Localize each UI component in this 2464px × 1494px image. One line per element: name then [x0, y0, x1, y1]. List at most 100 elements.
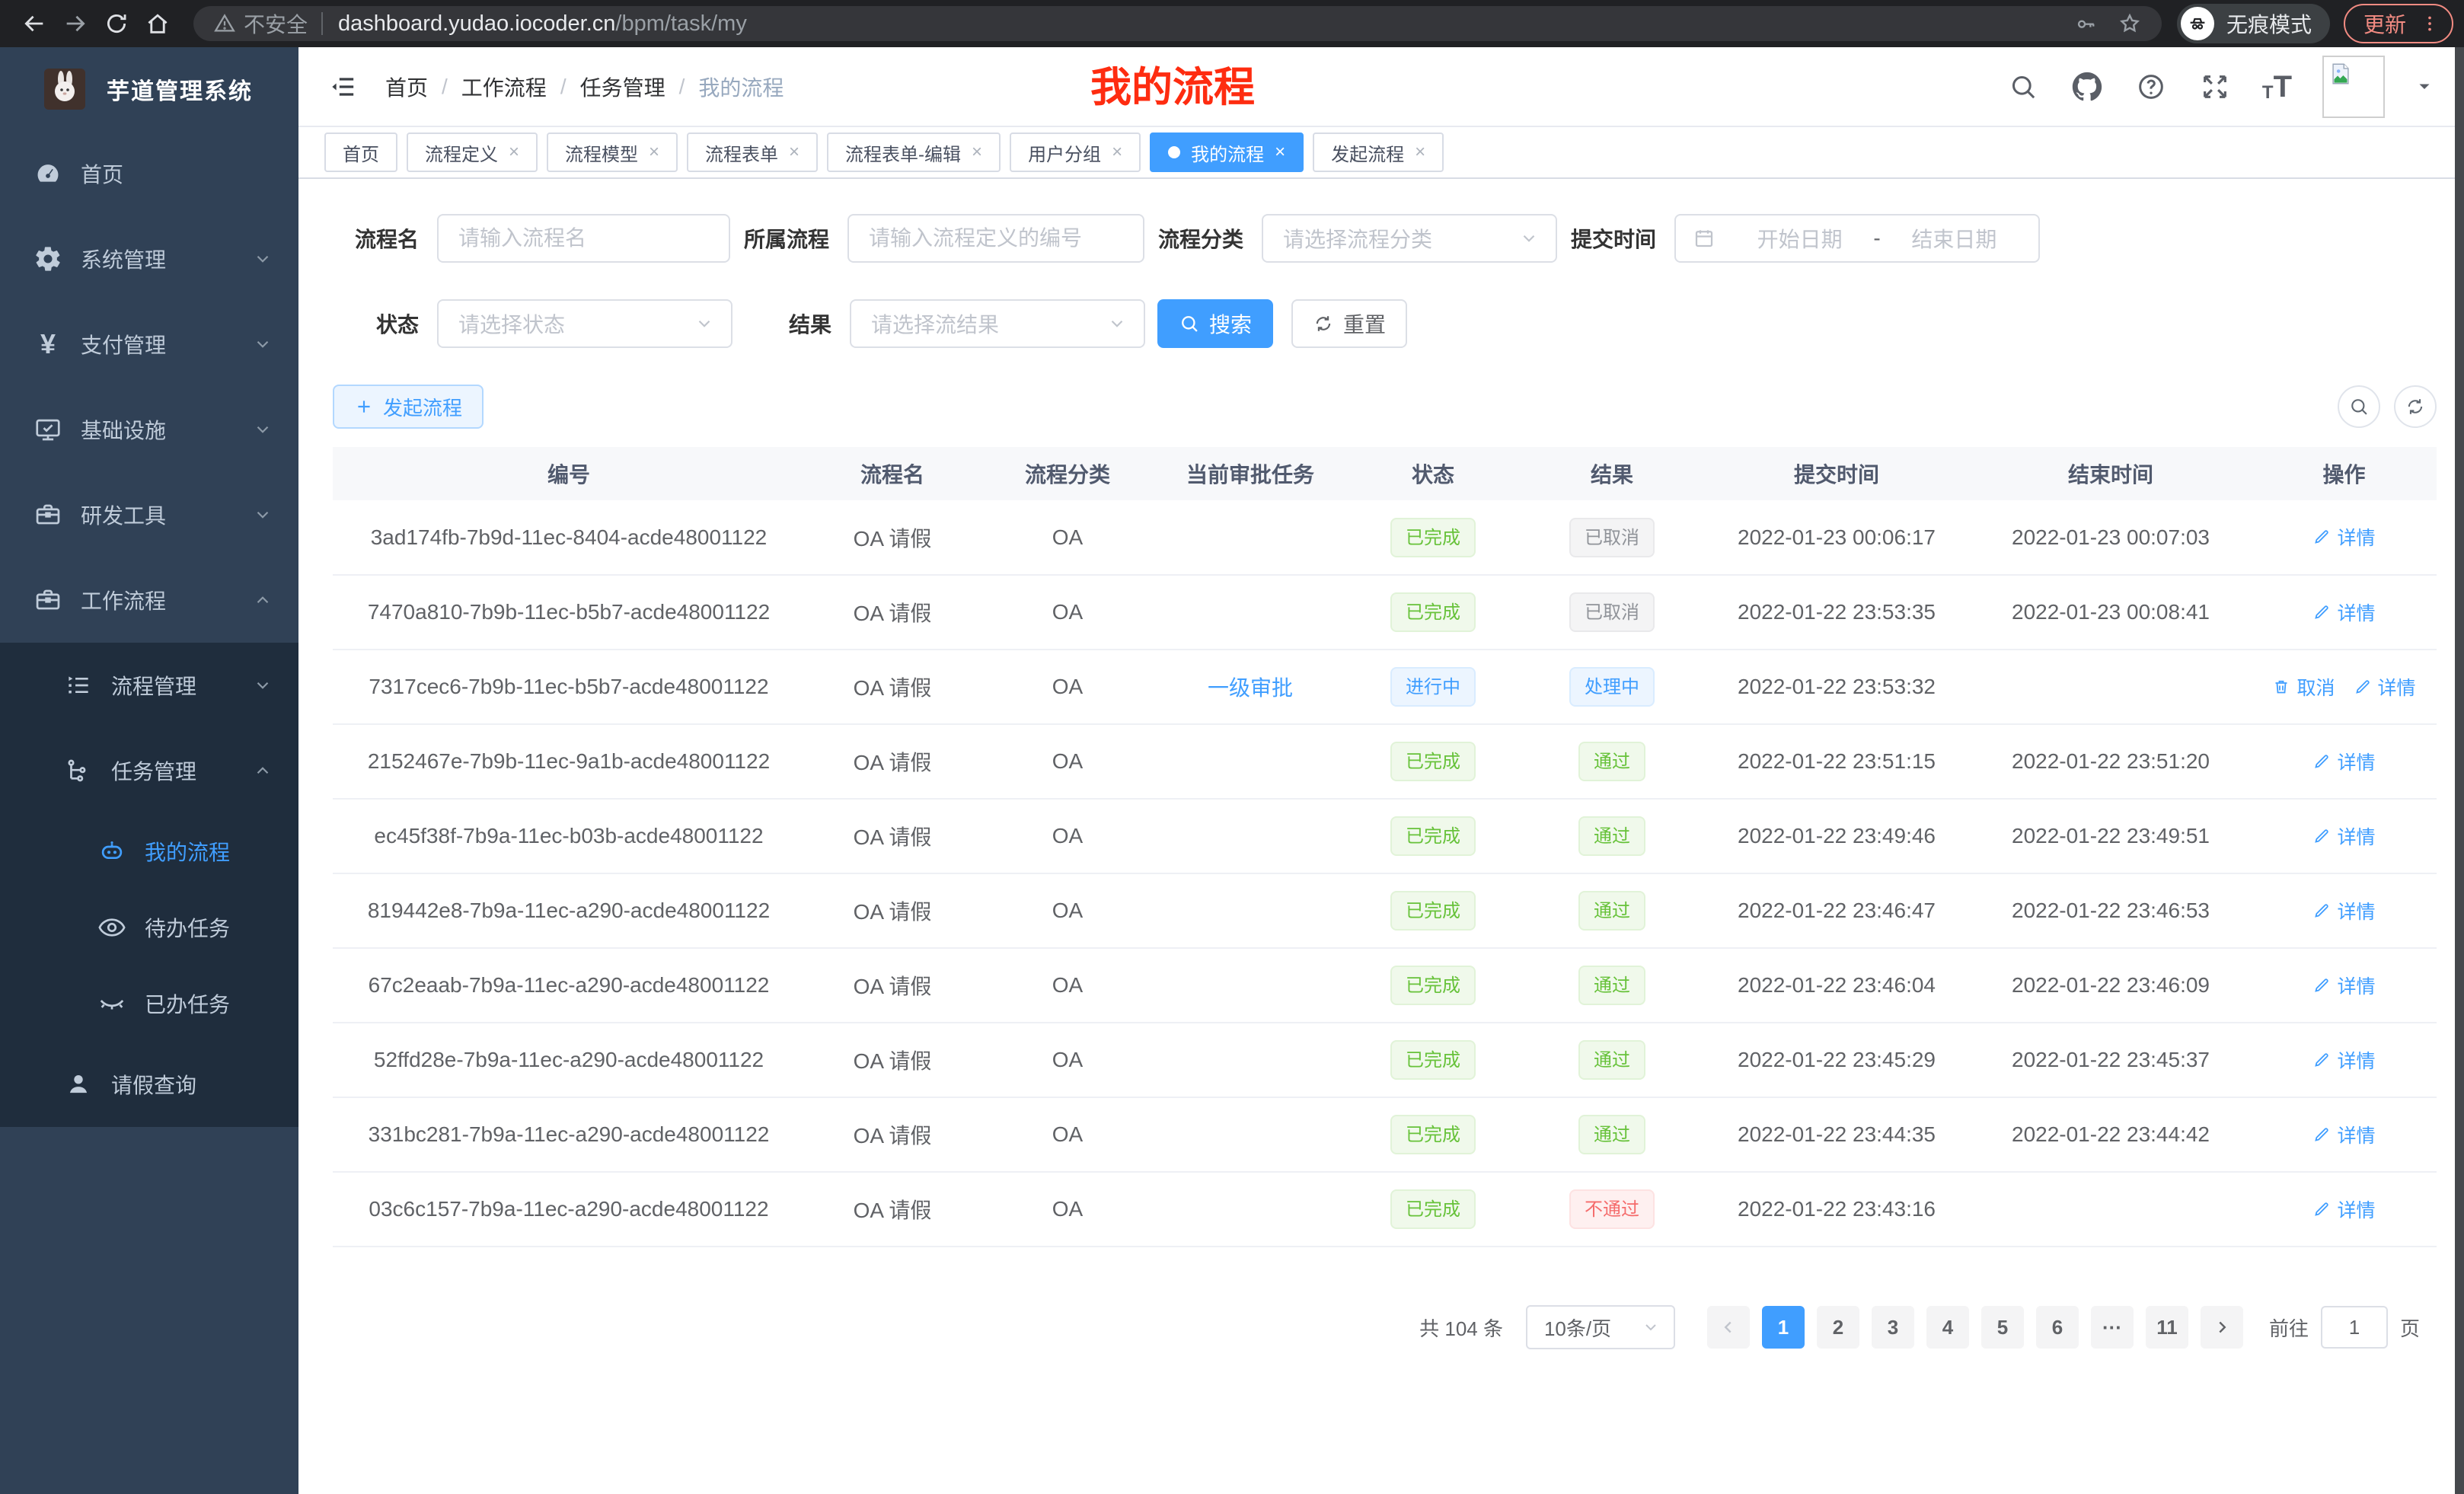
close-icon[interactable]: ×: [1275, 143, 1285, 161]
tab-7[interactable]: 发起流程×: [1313, 132, 1444, 172]
sidebar-item-10[interactable]: 已办任务: [0, 966, 298, 1042]
status-filter-select[interactable]: 请选择状态: [437, 299, 732, 348]
prev-page-button[interactable]: [1707, 1306, 1750, 1349]
close-icon[interactable]: ×: [1112, 143, 1122, 161]
tab-5[interactable]: 用户分组×: [1010, 132, 1141, 172]
status-badge: 已完成: [1390, 966, 1476, 1005]
cell-current-task: [1155, 948, 1345, 1023]
date-end-placeholder[interactable]: 结束日期: [1887, 223, 2022, 254]
breadcrumb-item[interactable]: 任务管理: [580, 72, 665, 102]
current-task-link[interactable]: 一级审批: [1208, 676, 1293, 700]
goto-page-input[interactable]: [2321, 1306, 2388, 1349]
search-button[interactable]: 搜索: [1157, 299, 1273, 348]
robot-icon: [96, 835, 128, 867]
cell-submit-time: 2022-01-22 23:51:15: [1703, 724, 1970, 799]
url-text: dashboard.yudao.iocoder.cn/bpm/task/my: [338, 11, 747, 37]
search-icon[interactable]: [2006, 70, 2040, 104]
next-page-button[interactable]: [2201, 1306, 2243, 1349]
tab-2[interactable]: 流程模型×: [547, 132, 678, 172]
close-icon[interactable]: ×: [972, 143, 982, 161]
detail-link[interactable]: 详情: [2354, 673, 2416, 701]
close-icon[interactable]: ×: [649, 143, 659, 161]
table-header-row: 编号流程名流程分类当前审批任务状态结果提交时间结束时间操作: [333, 447, 2437, 500]
tab-4[interactable]: 流程表单-编辑×: [827, 132, 1001, 172]
detail-link[interactable]: 详情: [2312, 599, 2375, 626]
github-icon[interactable]: [2070, 70, 2104, 104]
tab-6[interactable]: 我的流程×: [1150, 132, 1304, 172]
tab-3[interactable]: 流程表单×: [687, 132, 818, 172]
breadcrumb-item[interactable]: 工作流程: [461, 72, 547, 102]
cancel-link[interactable]: 取消: [2272, 673, 2335, 701]
page-ellipsis-button[interactable]: ···: [2091, 1306, 2134, 1349]
detail-link[interactable]: 详情: [2312, 1046, 2375, 1074]
page-button-6[interactable]: 6: [2036, 1306, 2079, 1349]
breadcrumb-item[interactable]: 首页: [385, 72, 428, 102]
sidebar-collapse-icon[interactable]: [321, 65, 364, 108]
refresh-table-button[interactable]: [2394, 385, 2437, 428]
tab-1[interactable]: 流程定义×: [407, 132, 538, 172]
page-size-select[interactable]: 10条/页: [1526, 1305, 1675, 1349]
avatar[interactable]: [2322, 56, 2385, 118]
page-button-11[interactable]: 11: [2146, 1306, 2188, 1349]
detail-link[interactable]: 详情: [2312, 972, 2375, 999]
submit-time-range-picker[interactable]: 开始日期 - 结束日期: [1674, 214, 2040, 263]
result-filter-select[interactable]: 请选择流结果: [850, 299, 1145, 348]
detail-link[interactable]: 详情: [2312, 748, 2375, 775]
sidebar-item-5[interactable]: 工作流程: [0, 557, 298, 643]
address-bar[interactable]: 不安全 dashboard.yudao.iocoder.cn/bpm/task/…: [193, 6, 2162, 41]
browser-scrollbar[interactable]: [2455, 47, 2464, 1494]
submit-time-filter-label: 提交时间: [1571, 223, 1656, 254]
detail-link[interactable]: 详情: [2312, 1121, 2375, 1148]
process-filter-input[interactable]: [847, 214, 1144, 263]
name-filter-input[interactable]: [437, 214, 730, 263]
page-button-3[interactable]: 3: [1872, 1306, 1914, 1349]
detail-link[interactable]: 详情: [2312, 523, 2375, 551]
sidebar-item-0[interactable]: 首页: [0, 131, 298, 216]
cell-id: 03c6c157-7b9a-11ec-a290-acde48001122: [333, 1172, 805, 1247]
key-icon[interactable]: [2073, 11, 2098, 36]
sidebar-item-3[interactable]: 基础设施: [0, 387, 298, 472]
tab-0[interactable]: 首页: [324, 132, 397, 172]
sidebar-item-8[interactable]: 我的流程: [0, 813, 298, 889]
chevron-down-icon[interactable]: [2415, 78, 2434, 96]
date-start-placeholder[interactable]: 开始日期: [1732, 223, 1867, 254]
edit-icon: [2312, 976, 2331, 994]
close-icon[interactable]: ×: [509, 143, 519, 161]
show-search-toggle-button[interactable]: [2338, 385, 2380, 428]
close-icon[interactable]: ×: [1415, 143, 1425, 161]
category-filter-select[interactable]: 请选择流程分类: [1262, 214, 1557, 263]
sidebar-item-6[interactable]: 流程管理: [0, 643, 298, 728]
page-button-2[interactable]: 2: [1817, 1306, 1859, 1349]
detail-link[interactable]: 详情: [2312, 897, 2375, 924]
help-icon[interactable]: [2134, 70, 2168, 104]
sidebar-item-7[interactable]: 任务管理: [0, 728, 298, 813]
browser-reload-button[interactable]: [96, 3, 137, 44]
fullscreen-icon[interactable]: [2198, 70, 2232, 104]
sidebar-item-2[interactable]: ¥支付管理: [0, 302, 298, 387]
action-label: 详情: [2378, 673, 2416, 701]
process-table: 编号流程名流程分类当前审批任务状态结果提交时间结束时间操作 3ad174fb-7…: [333, 447, 2437, 1247]
sidebar-item-9[interactable]: 待办任务: [0, 889, 298, 966]
process-filter-label: 所属流程: [744, 223, 829, 254]
sidebar-item-label: 研发工具: [81, 500, 166, 530]
not-secure-icon[interactable]: [213, 12, 236, 35]
bookmark-star-icon[interactable]: [2118, 11, 2142, 36]
create-process-button[interactable]: 发起流程: [333, 385, 484, 429]
close-icon[interactable]: ×: [789, 143, 800, 161]
browser-home-button[interactable]: [137, 3, 178, 44]
cell-submit-time: 2022-01-22 23:44:35: [1703, 1097, 1970, 1172]
font-size-icon[interactable]: TT: [2262, 72, 2292, 102]
page-button-1[interactable]: 1: [1762, 1306, 1805, 1349]
reset-button[interactable]: 重置: [1291, 299, 1407, 348]
action-label: 取消: [2296, 673, 2335, 701]
detail-link[interactable]: 详情: [2312, 822, 2375, 850]
browser-forward-button[interactable]: [55, 3, 96, 44]
browser-update-button[interactable]: 更新: [2344, 4, 2453, 43]
sidebar-item-11[interactable]: 请假查询: [0, 1042, 298, 1127]
browser-back-button[interactable]: [14, 3, 55, 44]
page-button-5[interactable]: 5: [1981, 1306, 2024, 1349]
sidebar-item-4[interactable]: 研发工具: [0, 472, 298, 557]
detail-link[interactable]: 详情: [2312, 1196, 2375, 1223]
sidebar-item-1[interactable]: 系统管理: [0, 216, 298, 302]
page-button-4[interactable]: 4: [1926, 1306, 1969, 1349]
